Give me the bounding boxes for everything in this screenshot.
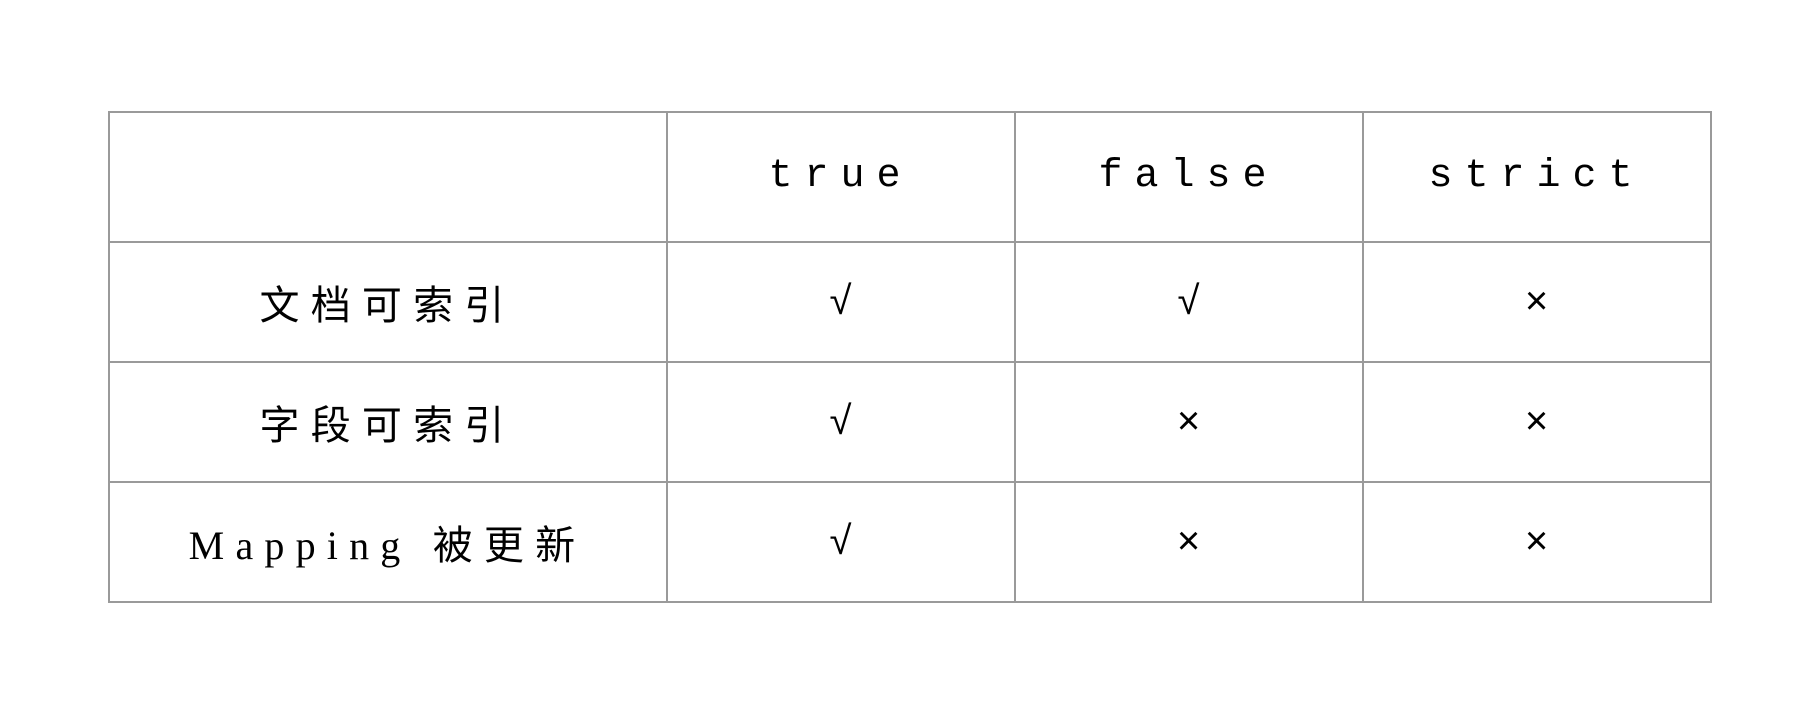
cell-doc-strict: × — [1363, 242, 1711, 362]
comparison-table-container: true false strict 文档可索引 √ √ × 字段可索引 √ × … — [108, 111, 1712, 603]
cell-doc-false: √ — [1015, 242, 1363, 362]
row-label-doc-indexable: 文档可索引 — [109, 242, 667, 362]
header-blank — [109, 112, 667, 242]
cell-field-strict: × — [1363, 362, 1711, 482]
row-label-field-indexable: 字段可索引 — [109, 362, 667, 482]
cell-mapping-false: × — [1015, 482, 1363, 602]
cell-field-false: × — [1015, 362, 1363, 482]
header-false: false — [1015, 112, 1363, 242]
table-row: Mapping 被更新 √ × × — [109, 482, 1711, 602]
cell-mapping-true: √ — [667, 482, 1015, 602]
row-label-mapping-updated: Mapping 被更新 — [109, 482, 667, 602]
table-header-row: true false strict — [109, 112, 1711, 242]
table-row: 字段可索引 √ × × — [109, 362, 1711, 482]
table-row: 文档可索引 √ √ × — [109, 242, 1711, 362]
cell-doc-true: √ — [667, 242, 1015, 362]
cell-mapping-strict: × — [1363, 482, 1711, 602]
comparison-table: true false strict 文档可索引 √ √ × 字段可索引 √ × … — [108, 111, 1712, 603]
header-true: true — [667, 112, 1015, 242]
cell-field-true: √ — [667, 362, 1015, 482]
header-strict: strict — [1363, 112, 1711, 242]
